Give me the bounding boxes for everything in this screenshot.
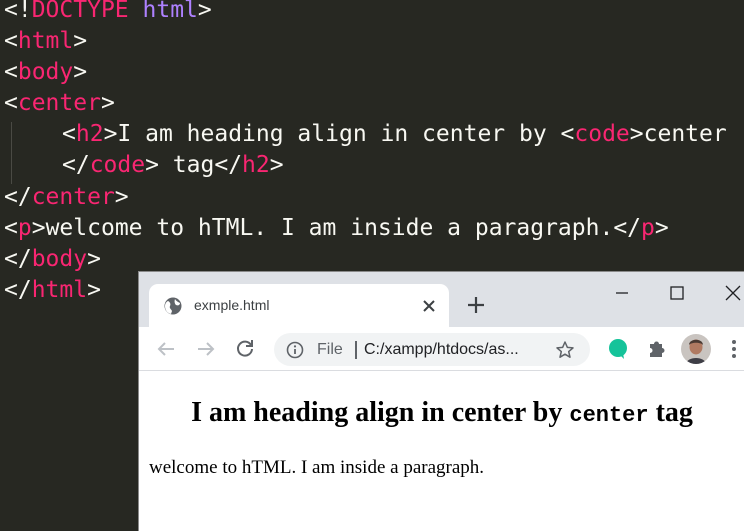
punct: > xyxy=(73,59,88,85)
reload-icon[interactable] xyxy=(233,337,257,361)
heading-suffix: tag xyxy=(648,397,693,428)
avatar[interactable] xyxy=(681,334,711,364)
page-viewport: I am heading align in center by center t… xyxy=(139,371,744,531)
doctype-keyword: DOCTYPE xyxy=(31,0,129,23)
punct: </ xyxy=(62,152,90,178)
code-line-6[interactable]: </code> tag</h2> xyxy=(62,150,284,181)
tag-name: p xyxy=(641,215,655,241)
punct: > xyxy=(87,277,101,303)
address-separator xyxy=(355,341,357,359)
code-line-4[interactable]: <center> xyxy=(4,88,115,119)
tag-name: code xyxy=(574,121,630,147)
text-content: welcome to hTML. I am inside a paragraph… xyxy=(45,215,614,241)
code-line-1[interactable]: <!DOCTYPE html> xyxy=(4,0,212,26)
minimize-icon[interactable] xyxy=(611,282,633,304)
maximize-icon[interactable] xyxy=(666,282,688,304)
text-content: center xyxy=(643,121,727,147)
punct: > xyxy=(87,246,101,272)
globe-icon xyxy=(164,297,182,315)
punct: > xyxy=(100,90,115,116)
text-content: I am heading align in center by xyxy=(117,121,561,147)
punct: > xyxy=(197,0,212,23)
punct: > xyxy=(654,215,669,241)
code-line-7[interactable]: </center> xyxy=(4,182,129,213)
punct: </ xyxy=(613,215,642,241)
profile-photo xyxy=(681,334,711,364)
code-line-10[interactable]: </html> xyxy=(4,275,101,306)
tag-name: h2 xyxy=(75,121,104,147)
tag-name: center xyxy=(31,184,115,210)
close-tab-icon[interactable] xyxy=(419,296,439,316)
browser-toolbar: File C:/xampp/htdocs/as... xyxy=(139,327,744,371)
code-line-2[interactable]: <html> xyxy=(4,26,87,57)
star-icon[interactable] xyxy=(555,340,575,360)
doctype-value: html xyxy=(142,0,198,23)
punct: </ xyxy=(4,184,32,210)
tab-title: exmple.html xyxy=(194,297,270,313)
puzzle-icon[interactable] xyxy=(646,338,668,360)
punct: </ xyxy=(4,277,32,303)
browser-tab[interactable]: exmple.html xyxy=(149,284,449,328)
punct: > xyxy=(114,184,129,210)
window-close-icon[interactable] xyxy=(722,282,744,304)
punct: < xyxy=(560,121,575,147)
browser-window: exmple.html File C:/xampp/htdocs/as... I… xyxy=(138,271,744,531)
punct: </ xyxy=(214,152,243,178)
punct: < xyxy=(4,90,18,116)
punct: > xyxy=(269,152,284,178)
code-line-9[interactable]: </body> xyxy=(4,244,101,275)
punct: < xyxy=(4,59,18,85)
url-text[interactable]: C:/xampp/htdocs/as... xyxy=(364,341,519,359)
indent-guide xyxy=(11,122,12,184)
tag-name: code xyxy=(89,152,146,178)
back-arrow-icon[interactable] xyxy=(154,337,178,361)
punct: > xyxy=(629,121,644,147)
menu-icon[interactable] xyxy=(727,337,741,361)
page-paragraph: welcome to hTML. I am inside a paragraph… xyxy=(149,457,485,478)
heading-text: I am heading align in center by xyxy=(191,397,570,428)
punct: </ xyxy=(4,246,32,272)
forward-arrow-icon[interactable] xyxy=(194,337,218,361)
punct: < xyxy=(4,28,18,54)
address-bar[interactable]: File C:/xampp/htdocs/as... xyxy=(274,333,590,366)
punct: < xyxy=(4,215,18,241)
new-tab-icon[interactable] xyxy=(465,294,487,316)
page-heading: I am heading align in center by center t… xyxy=(139,397,744,429)
punct: > xyxy=(145,152,159,178)
scheme-label: File xyxy=(317,341,343,358)
info-icon[interactable] xyxy=(286,341,304,359)
heading-code: center xyxy=(569,403,649,428)
punct: > xyxy=(31,215,46,241)
tag-name: h2 xyxy=(242,152,270,178)
punct: < xyxy=(62,121,76,147)
grammarly-icon[interactable] xyxy=(607,338,629,360)
tag-name: body xyxy=(17,59,74,85)
code-line-5[interactable]: <h2>I am heading align in center by <cod… xyxy=(62,119,727,150)
tag-name: body xyxy=(31,246,88,272)
tag-name: center xyxy=(17,90,101,116)
code-line-8[interactable]: <p>welcome to hTML. I am inside a paragr… xyxy=(4,213,669,244)
code-line-3[interactable]: <body> xyxy=(4,57,87,88)
title-bar[interactable]: exmple.html xyxy=(139,272,744,328)
text-content: tag xyxy=(158,152,215,178)
punct: > xyxy=(103,121,118,147)
tag-name: html xyxy=(17,28,74,54)
punct: <! xyxy=(4,0,32,23)
tag-name: html xyxy=(31,277,88,303)
punct: > xyxy=(73,28,88,54)
tag-name: p xyxy=(17,215,32,241)
